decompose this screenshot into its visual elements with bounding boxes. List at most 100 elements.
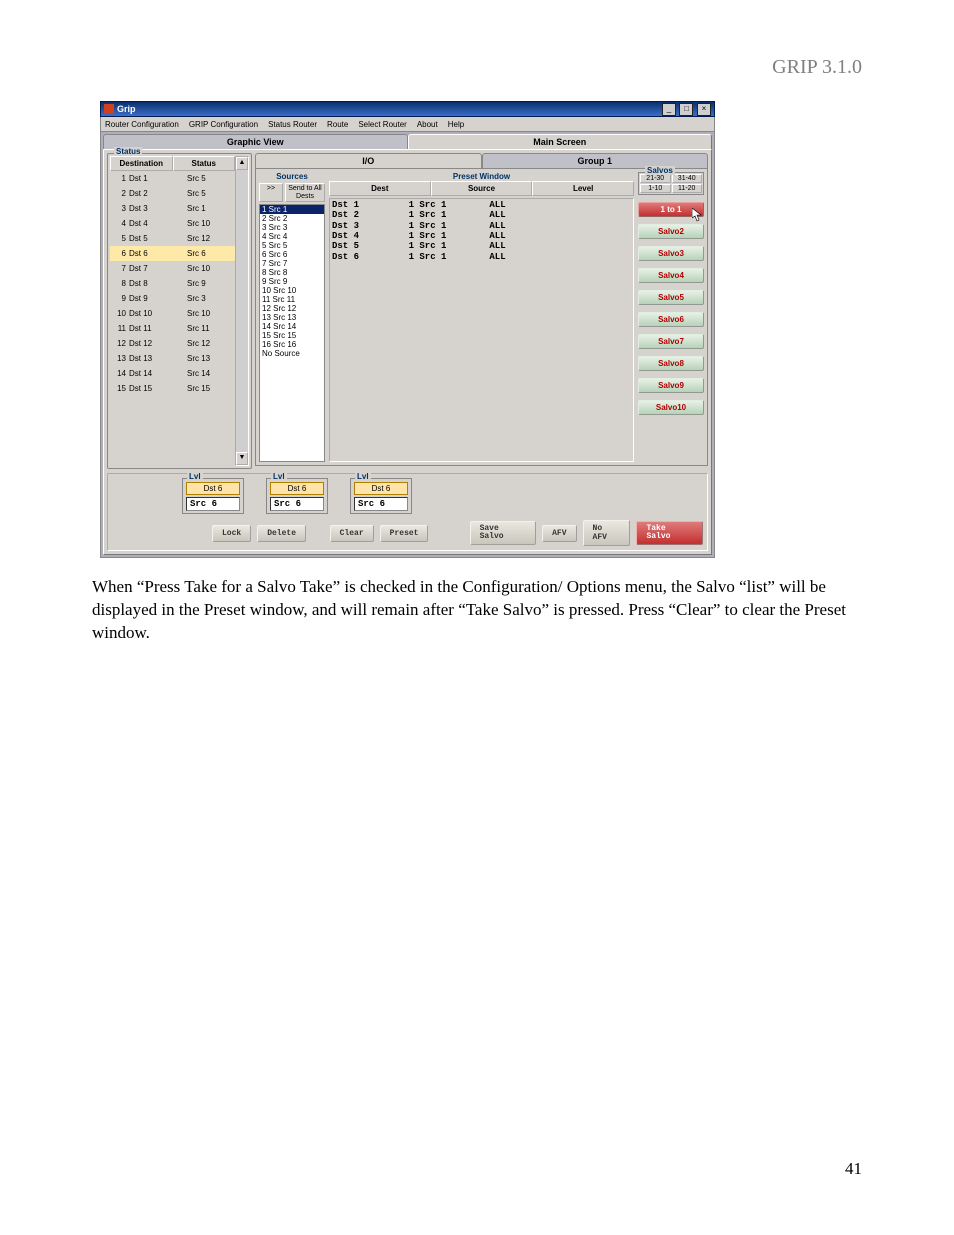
- preset-header-source[interactable]: Source: [431, 181, 533, 196]
- lvl-src[interactable]: Src 6: [186, 497, 240, 511]
- salvo-range-button[interactable]: 31-40: [672, 174, 703, 183]
- source-item[interactable]: 5 Src 5: [260, 241, 324, 250]
- preset-row[interactable]: Dst 61 Src 1ALL: [332, 252, 631, 262]
- lvl-dst[interactable]: Dst 6: [354, 482, 408, 495]
- send-button[interactable]: >>: [259, 183, 283, 202]
- status-header-stat[interactable]: Status: [173, 156, 236, 171]
- menu-item[interactable]: GRIP Configuration: [189, 120, 258, 129]
- menu-item[interactable]: Select Router: [358, 120, 406, 129]
- screenshot: Grip _ □ × Router Configuration GRIP Con…: [100, 101, 715, 558]
- source-item[interactable]: 8 Src 8: [260, 268, 324, 277]
- delete-button[interactable]: Delete: [257, 525, 306, 542]
- tab-graphic-view[interactable]: Graphic View: [103, 134, 408, 149]
- preset-list[interactable]: Dst 11 Src 1ALLDst 21 Src 1ALLDst 31 Src…: [329, 198, 634, 462]
- source-item[interactable]: 12 Src 12: [260, 304, 324, 313]
- salvo-range-button[interactable]: 21-30: [640, 174, 671, 183]
- source-item[interactable]: 14 Src 14: [260, 322, 324, 331]
- preset-window: Preset Window Dest Source Level Dst 11 S…: [329, 172, 634, 462]
- status-row[interactable]: 12Dst 12Src 12: [110, 336, 235, 351]
- sources-list[interactable]: 1 Src 12 Src 23 Src 34 Src 45 Src 56 Src…: [259, 204, 325, 462]
- status-row[interactable]: 2Dst 2Src 5: [110, 186, 235, 201]
- minimize-icon[interactable]: _: [662, 103, 676, 116]
- status-list[interactable]: 1Dst 1Src 52Dst 2Src 53Dst 3Src 14Dst 4S…: [110, 171, 235, 451]
- source-item[interactable]: 7 Src 7: [260, 259, 324, 268]
- preset-header-level[interactable]: Level: [532, 181, 634, 196]
- status-row[interactable]: 15Dst 15Src 15: [110, 381, 235, 396]
- salvo-button[interactable]: Salvo7: [638, 334, 704, 349]
- salvo-button[interactable]: Salvo5: [638, 290, 704, 305]
- send-to-all-button[interactable]: Send to All Dests: [285, 183, 325, 202]
- status-row[interactable]: 4Dst 4Src 10: [110, 216, 235, 231]
- status-row[interactable]: 5Dst 5Src 12: [110, 231, 235, 246]
- source-item[interactable]: 9 Src 9: [260, 277, 324, 286]
- salvo-range-button[interactable]: 1-10: [640, 184, 671, 193]
- preset-row[interactable]: Dst 41 Src 1ALL: [332, 231, 631, 241]
- lvl-dst[interactable]: Dst 6: [186, 482, 240, 495]
- preset-row[interactable]: Dst 11 Src 1ALL: [332, 200, 631, 210]
- maximize-icon[interactable]: □: [679, 103, 693, 116]
- menu-item[interactable]: Help: [448, 120, 464, 129]
- preset-row[interactable]: Dst 51 Src 1ALL: [332, 241, 631, 251]
- lvl-src[interactable]: Src 6: [354, 497, 408, 511]
- salvo-button[interactable]: Salvo4: [638, 268, 704, 283]
- status-header-dest[interactable]: Destination: [110, 156, 173, 171]
- sources-title: Sources: [259, 172, 325, 181]
- take-salvo-button[interactable]: Take Salvo: [636, 521, 703, 545]
- status-row[interactable]: 13Dst 13Src 13: [110, 351, 235, 366]
- status-row[interactable]: 6Dst 6Src 6: [110, 246, 235, 261]
- top-tabs: Graphic View Main Screen: [103, 134, 712, 149]
- status-row[interactable]: 3Dst 3Src 1: [110, 201, 235, 216]
- menu-item[interactable]: Status Router: [268, 120, 317, 129]
- lock-button[interactable]: Lock: [212, 525, 251, 542]
- salvo-button[interactable]: Salvo10: [638, 400, 704, 415]
- lvl-dst[interactable]: Dst 6: [270, 482, 324, 495]
- menu-item[interactable]: Router Configuration: [105, 120, 179, 129]
- status-row[interactable]: 1Dst 1Src 5: [110, 171, 235, 186]
- salvo-button[interactable]: Salvo3: [638, 246, 704, 261]
- salvo-button[interactable]: Salvo6: [638, 312, 704, 327]
- preset-button[interactable]: Preset: [380, 525, 429, 542]
- source-item[interactable]: 15 Src 15: [260, 331, 324, 340]
- salvo-button[interactable]: Salvo8: [638, 356, 704, 371]
- source-item[interactable]: No Source: [260, 349, 324, 358]
- page-number: 41: [845, 1159, 862, 1179]
- source-item[interactable]: 16 Src 16: [260, 340, 324, 349]
- salvo-button[interactable]: Salvo9: [638, 378, 704, 393]
- source-item[interactable]: 1 Src 1: [260, 205, 324, 214]
- source-item[interactable]: 3 Src 3: [260, 223, 324, 232]
- source-item[interactable]: 6 Src 6: [260, 250, 324, 259]
- lvl-src[interactable]: Src 6: [270, 497, 324, 511]
- salvo-button[interactable]: 1 to 1: [638, 202, 704, 217]
- afv-button[interactable]: AFV: [542, 525, 576, 542]
- close-icon[interactable]: ×: [697, 103, 711, 116]
- preset-header-dest[interactable]: Dest: [329, 181, 431, 196]
- save-salvo-button[interactable]: Save Salvo: [470, 521, 537, 545]
- menu-item[interactable]: About: [417, 120, 438, 129]
- source-item[interactable]: 11 Src 11: [260, 295, 324, 304]
- status-row[interactable]: 8Dst 8Src 9: [110, 276, 235, 291]
- menubar: Router Configuration GRIP Configuration …: [100, 117, 715, 132]
- page-header: GRIP 3.1.0: [92, 56, 862, 79]
- no-afv-button[interactable]: No AFV: [583, 520, 631, 546]
- source-item[interactable]: 2 Src 2: [260, 214, 324, 223]
- salvo-range-button[interactable]: 11-20: [672, 184, 703, 193]
- preset-row[interactable]: Dst 21 Src 1ALL: [332, 210, 631, 220]
- source-item[interactable]: 10 Src 10: [260, 286, 324, 295]
- salvo-range-buttons: 21-3031-401-1011-20: [640, 174, 702, 193]
- source-item[interactable]: 13 Src 13: [260, 313, 324, 322]
- tab-io[interactable]: I/O: [255, 153, 482, 168]
- status-row[interactable]: 9Dst 9Src 3: [110, 291, 235, 306]
- tab-main-screen[interactable]: Main Screen: [408, 134, 713, 149]
- scroll-down-icon[interactable]: ▼: [236, 452, 248, 465]
- status-row[interactable]: 14Dst 14Src 14: [110, 366, 235, 381]
- status-scrollbar[interactable]: ▲ ▼: [235, 156, 249, 466]
- clear-button[interactable]: Clear: [330, 525, 374, 542]
- status-row[interactable]: 7Dst 7Src 10: [110, 261, 235, 276]
- status-row[interactable]: 10Dst 10Src 10: [110, 306, 235, 321]
- preset-row[interactable]: Dst 31 Src 1ALL: [332, 221, 631, 231]
- source-item[interactable]: 4 Src 4: [260, 232, 324, 241]
- scroll-up-icon[interactable]: ▲: [236, 157, 248, 170]
- salvo-button[interactable]: Salvo2: [638, 224, 704, 239]
- menu-item[interactable]: Route: [327, 120, 348, 129]
- status-row[interactable]: 11Dst 11Src 11: [110, 321, 235, 336]
